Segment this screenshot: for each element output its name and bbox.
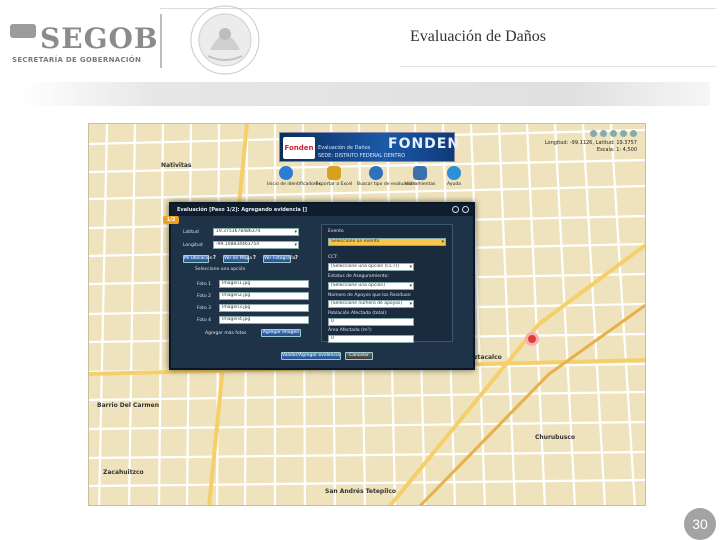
agregar-imagen-button[interactable]: Agregar Imagen: [261, 329, 301, 337]
page-number: 30: [684, 508, 716, 540]
header-band: [20, 82, 710, 106]
poblacion-field[interactable]: 0: [328, 318, 414, 326]
map-label-barrio-del-carmen: Barrio Del Carmen: [97, 402, 160, 409]
latitud-field[interactable]: 19.3753678486374: [213, 228, 299, 236]
foto-field[interactable]: Imagen3.jpg: [219, 304, 309, 312]
tool-label: Ayuda: [447, 182, 461, 187]
banner-title: FONDEN: [388, 136, 461, 152]
area-label: Área Afectada (m²):: [328, 328, 373, 333]
longitud-label: Longitud: [183, 243, 203, 248]
globe-icon: [279, 166, 293, 180]
details-panel: Evento Seleccione un evento CCT: (Selecc…: [321, 224, 453, 343]
map-label-nativitas: Nativitas: [161, 162, 192, 169]
zoom-in-icon[interactable]: [590, 130, 597, 137]
help-icon: [447, 166, 461, 180]
tool-label: Buscar tipo de evaluación: [357, 182, 416, 187]
gear-icon: [413, 166, 427, 180]
fullscreen-icon[interactable]: [630, 130, 637, 137]
banner-line-1: Evaluación de Daños: [318, 145, 371, 151]
slide: SEGOB SECRETARÍA DE GOBERNACIÓN Evaluaci…: [0, 0, 720, 540]
map-coordinates: Longitud: -99.1126, Latitud: 19.3757 Esc…: [545, 140, 637, 154]
estatus-label: Estatus de Aseguramiento:: [328, 274, 389, 279]
tool-buscar[interactable]: Buscar tipo de evaluación: [357, 166, 416, 187]
tool-inicio[interactable]: Inicio de identificadores: [267, 166, 321, 187]
help-mark[interactable]: ?: [253, 255, 256, 261]
logo-divider: [160, 14, 162, 68]
location-panel: Latitud 19.3753678486374 Longitud -99.10…: [177, 224, 317, 342]
ver-foto-button[interactable]: Ver Fotografía: [263, 255, 296, 263]
tool-label: Exportar a Excel: [315, 182, 353, 187]
estatus-select[interactable]: (Seleccione una opción): [328, 282, 414, 290]
area-field[interactable]: 0: [328, 335, 414, 343]
ver-mapa-button[interactable]: Ver en Mapa: [223, 255, 252, 263]
dialog-title: Evaluación [Paso 1/2]: Agregando evidenc…: [177, 207, 308, 213]
segob-logo-word: SEGOB: [40, 22, 159, 55]
validar-agregar-button[interactable]: Validar/Agregar evidencia: [281, 352, 341, 360]
map-label-churubusco: Churubusco: [535, 434, 575, 441]
segob-logo-subtitle: SECRETARÍA DE GOBERNACIÓN: [12, 56, 142, 64]
mi-ubicacion-button[interactable]: Mi Ubicación: [183, 255, 213, 263]
map-label-san-andres: San Andrés Tetepilco: [325, 488, 397, 495]
search-icon: [369, 166, 383, 180]
latitud-label: Latitud: [183, 230, 199, 235]
foto-field[interactable]: Imagen1.jpg: [219, 280, 309, 288]
select-option-label: Seleccione una opción: [195, 267, 246, 272]
app-screenshot: Nativitas Barrio Del Carmen Zacahuitzco …: [88, 123, 646, 506]
help-mark[interactable]: ?: [213, 255, 216, 261]
tool-label: Inicio de identificadores: [267, 182, 321, 187]
minimize-icon[interactable]: [452, 206, 459, 213]
slide-title: Evaluación de Daños: [410, 28, 546, 45]
evento-label: Evento: [328, 229, 344, 234]
foto-label: Foto 2: [197, 294, 211, 299]
tool-label: Herramientas: [404, 182, 436, 187]
foto-label: Foto 3: [197, 306, 211, 311]
zoom-out-icon[interactable]: [600, 130, 607, 137]
location-marker-icon[interactable]: [525, 332, 539, 346]
coord-line-2: Escala: 1: 4,500: [596, 147, 637, 153]
foto-field[interactable]: Imagen4.jpg: [219, 316, 309, 324]
cancelar-button[interactable]: Cancelar: [345, 352, 373, 360]
folder-icon: [327, 166, 341, 180]
pan-icon[interactable]: [610, 130, 617, 137]
step-badge: 1/2: [163, 216, 179, 224]
close-icon[interactable]: [462, 206, 469, 213]
poblacion-label: Población Afectada (total):: [328, 311, 388, 316]
agregar-fotos-text: Agregar más fotos: [205, 331, 247, 336]
foto-label: Foto 1: [197, 282, 211, 287]
tool-exportar[interactable]: Exportar a Excel: [315, 166, 353, 187]
fonden-logo: Fonden: [283, 137, 315, 159]
coord-line-1: Longitud: -99.1126, Latitud: 19.3757: [544, 140, 637, 146]
banner-line-2: SEDE: DISTRITO FEDERAL DENTRO: [318, 153, 406, 159]
layers-icon[interactable]: [620, 130, 627, 137]
fonden-banner: Fonden Evaluación de Daños SEDE: DISTRIT…: [279, 132, 459, 162]
map-label-zacahuitzco: Zacahuitzco: [103, 469, 144, 476]
numero-apoyos-label: Número de Apoyos que los Residuos:: [328, 293, 412, 298]
evaluation-dialog: Evaluación [Paso 1/2]: Agregando evidenc…: [163, 202, 475, 370]
longitud-field[interactable]: -99.108834463754: [213, 241, 299, 249]
segob-mark: [10, 24, 36, 38]
toolbar: Inicio de identificadores Exportar a Exc…: [267, 166, 477, 190]
help-mark[interactable]: ?: [295, 255, 298, 261]
evento-select[interactable]: Seleccione un evento: [328, 238, 446, 246]
mexico-seal-icon: [190, 5, 260, 75]
foto-field[interactable]: Imagen2.jpg: [219, 292, 309, 300]
tool-herramientas[interactable]: Herramientas: [401, 166, 439, 187]
cct-select[interactable]: (Seleccione una opción (CCT)): [328, 263, 414, 271]
cct-label: CCT:: [328, 255, 339, 260]
map-nav-controls[interactable]: [590, 130, 637, 137]
numero-apoyos-select[interactable]: (Seleccione número de apoyos): [328, 300, 414, 308]
segob-logo: SEGOB SECRETARÍA DE GOBERNACIÓN: [10, 14, 158, 70]
tool-ayuda[interactable]: Ayuda: [435, 166, 473, 187]
title-rule: [400, 66, 716, 67]
foto-label: Foto 4: [197, 318, 211, 323]
